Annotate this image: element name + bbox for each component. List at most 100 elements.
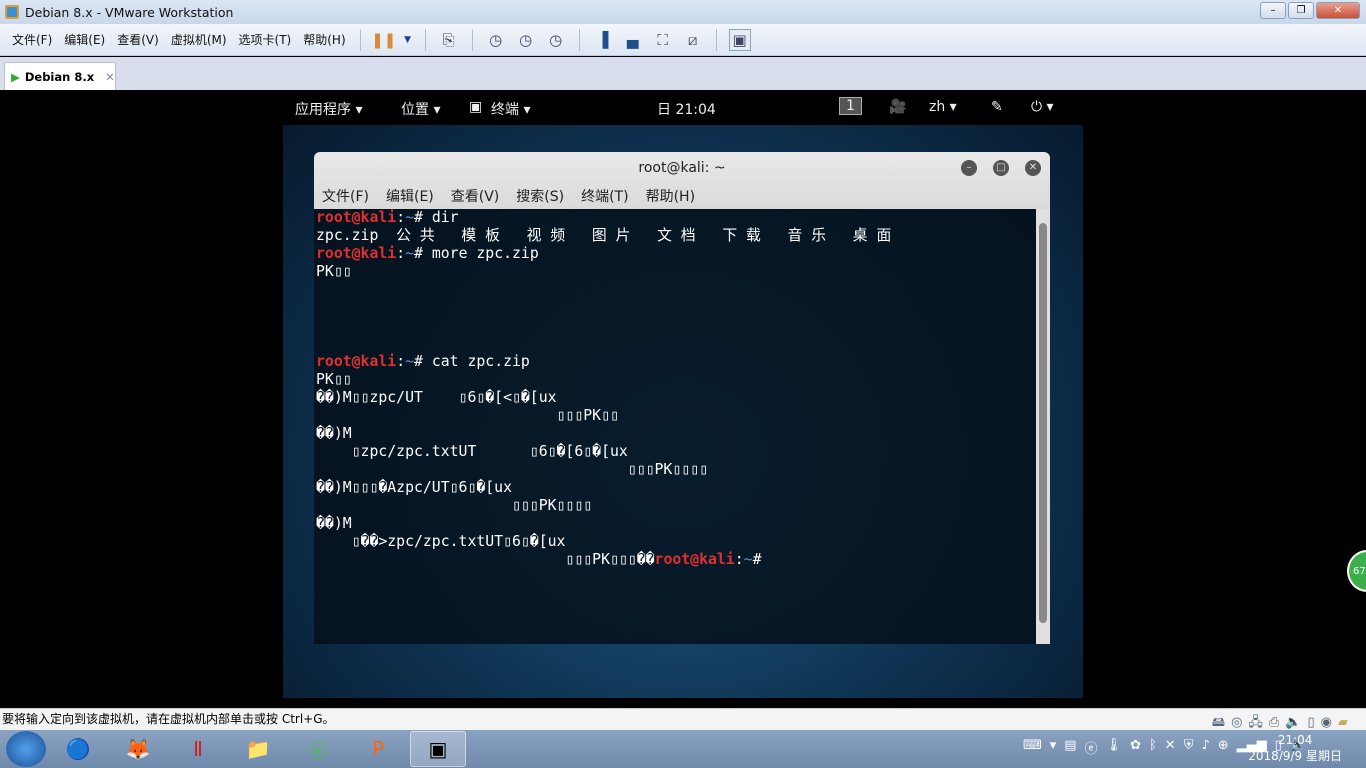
explorer-icon[interactable]: 📁	[230, 731, 286, 767]
menu-view[interactable]: 查看(V)	[111, 31, 165, 48]
workspace-indicator[interactable]: 1	[839, 97, 862, 115]
tab-close-icon[interactable]: ✕	[105, 70, 115, 84]
terminal-text: :	[396, 353, 406, 370]
terminal-text: :	[396, 209, 406, 226]
terminal-header: root@kali: ~ – □ ✕ 文件(F) 编辑(E) 查看(V) 搜索(…	[314, 152, 1050, 209]
top-bar-clock[interactable]: 日 21:04	[657, 99, 716, 119]
power-menu[interactable]: ⏻ ▾	[1031, 99, 1054, 115]
terminal-line: ▯▯▯PK▯▯	[316, 407, 1036, 425]
video-icon[interactable]: 🎥	[889, 99, 906, 115]
menu-help[interactable]: 帮助(H)	[297, 31, 351, 48]
close-button[interactable]: ✕	[1316, 2, 1360, 19]
prompt-user-host: root@kali	[316, 353, 397, 370]
terminal-text: ▯zpc/zpc.txtUT ▯6▯�[6▯�[ux	[316, 443, 628, 460]
menubar: 文件(F) 编辑(E) 查看(V) 虚拟机(M) 选项卡(T) 帮助(H) ❚❚…	[0, 24, 1366, 56]
sidebar-icon[interactable]: ▐	[592, 29, 614, 51]
start-button[interactable]	[6, 731, 46, 767]
terminal-text: ��)M	[316, 425, 352, 442]
dropdown-icon[interactable]: ▼	[403, 29, 413, 51]
terminal-text: ~	[743, 551, 753, 568]
thermometer-icon[interactable]: 🌡	[1106, 738, 1123, 757]
terminal-menu-view[interactable]: 查看(V)	[451, 186, 500, 206]
tray-expand-icon[interactable]: ▾	[1050, 738, 1057, 757]
terminal-text: ��)M▯▯zpc/UT ▯6▯�[<▯�[ux	[316, 389, 557, 406]
snapshot-take-icon[interactable]: ◷	[485, 29, 507, 51]
menu-file[interactable]: 文件(F)	[6, 31, 58, 48]
floating-badge[interactable]: 67	[1347, 550, 1366, 592]
terminal-menu-terminal[interactable]: 终端(T)	[581, 186, 628, 206]
vmware-taskbar-icon[interactable]: ▣	[410, 731, 466, 767]
minimize-button[interactable]: –	[1260, 2, 1286, 19]
clock-date: 2018/9/9 星期日	[1248, 749, 1342, 763]
taskbar-clock[interactable]: 21:04 2018/9/9 星期日	[1248, 732, 1342, 764]
terminal-line: ▯▯▯PK▯▯▯▯	[316, 497, 1036, 515]
console-view-icon[interactable]: ▄	[622, 29, 644, 51]
terminal-text: ▯��>zpc/zpc.txtUT▯6▯�[ux	[316, 533, 566, 550]
terminal-line: ��)M▯▯▯�Azpc/UT▯6▯�[ux	[316, 479, 1036, 497]
thumbnail-view-icon[interactable]: ▣	[728, 28, 751, 51]
unity-icon[interactable]: ⧄	[682, 29, 704, 51]
wps-presentation-icon[interactable]: P	[350, 731, 406, 767]
terminal-line: ▯zpc/zpc.txtUT ▯6▯�[6▯�[ux	[316, 443, 1036, 461]
terminal-line: ▯��>zpc/zpc.txtUT▯6▯�[ux	[316, 533, 1036, 551]
terminal-window[interactable]: root@kali: ~ – □ ✕ 文件(F) 编辑(E) 查看(V) 搜索(…	[314, 152, 1050, 644]
ie-icon[interactable]: ⓔ	[1085, 738, 1098, 757]
send-ctrl-alt-del-icon[interactable]: ⎘	[438, 29, 460, 51]
terminal-line: PK▯▯	[316, 371, 1036, 389]
snapshot-manager-icon[interactable]: ◷	[545, 29, 567, 51]
terminal-line: root@kali:~# cat zpc.zip	[316, 353, 1036, 371]
terminal-line: ��)M	[316, 425, 1036, 443]
colorful-tray-icon[interactable]: ✿	[1130, 738, 1141, 757]
fullscreen-icon[interactable]: ⛶	[652, 29, 674, 51]
snapshot-revert-icon[interactable]: ◷	[515, 29, 537, 51]
window-titlebar: Debian 8.x - VMware Workstation – ❐ ✕	[0, 0, 1366, 24]
terminal-text: # cat zpc.zip	[414, 353, 530, 370]
terminal-menu-edit[interactable]: 编辑(E)	[386, 186, 434, 206]
plus-icon[interactable]: ⊕	[1218, 738, 1229, 757]
music-icon[interactable]: ♪	[1201, 738, 1209, 757]
shield-icon[interactable]: ⛨	[1184, 738, 1194, 757]
tab-debian[interactable]: ▶ Debian 8.x ✕	[4, 62, 116, 90]
applications-menu[interactable]: 应用程序 ▾	[295, 99, 362, 119]
browser-icon[interactable]: ⓔ	[290, 731, 346, 767]
tab-bar: ▶ Debian 8.x ✕	[0, 57, 1366, 90]
terminal-text: # more zpc.zip	[414, 245, 539, 262]
menu-vm[interactable]: 虚拟机(M)	[165, 31, 233, 48]
terminal-line: zpc.zip 公 共 模 板 视 频 图 片 文 档 下 载 音 乐 桌 面	[316, 227, 1036, 245]
device-icon[interactable]: ▤	[1064, 738, 1076, 757]
keyboard-icon[interactable]: ⌨	[1023, 738, 1042, 757]
terminal-maximize-button[interactable]: □	[993, 160, 1009, 176]
window-title: Debian 8.x - VMware Workstation	[25, 4, 234, 20]
terminal-text: ~	[405, 353, 415, 370]
terminal-menu-help[interactable]: 帮助(H)	[646, 186, 695, 206]
terminal-icon: ▣	[469, 99, 483, 115]
terminal-line: ▯▯▯PK▯▯▯▯	[316, 461, 1036, 479]
prompt-user-host: root@kali	[316, 209, 397, 226]
windows-taskbar: 🔵 🦊 Ⅱ 📁 ⓔ P ▣ ⌨ ▾ ▤ ⓔ 🌡 ✿ ᛒ ✕ ⛨ ♪ ⊕ ▂▄▆ …	[0, 730, 1366, 768]
terminal-line: ��)M▯▯zpc/UT ▯6▯�[<▯�[ux	[316, 389, 1036, 407]
bluetooth-icon[interactable]: ᛒ	[1149, 738, 1157, 757]
pause-icon[interactable]: ❚❚	[371, 29, 396, 51]
terminal-minimize-button[interactable]: –	[961, 160, 977, 176]
terminal-text: ~	[405, 245, 415, 262]
vm-screen[interactable]: 应用程序 ▾ 位置 ▾ ▣ 终端 ▾ 日 21:04 1 🎥 zh ▾ ✎ ⏻ …	[283, 90, 1083, 698]
language-menu[interactable]: zh ▾	[929, 99, 957, 115]
menu-tabs[interactable]: 选项卡(T)	[233, 31, 298, 48]
terminal-menu-search[interactable]: 搜索(S)	[516, 186, 564, 206]
terminal-close-button[interactable]: ✕	[1025, 160, 1041, 176]
terminal-scrollbar[interactable]	[1036, 209, 1050, 644]
places-menu[interactable]: 位置 ▾	[401, 99, 440, 119]
terminal-output[interactable]: root@kali:~# dir zpc.zip 公 共 模 板 视 频 图 片 …	[314, 209, 1036, 644]
terminal-app-menu[interactable]: 终端 ▾	[491, 99, 530, 119]
game-app-icon[interactable]: Ⅱ	[170, 731, 226, 767]
terminal-text: ▯▯▯PK▯▯▯▯	[316, 497, 593, 514]
maximize-button[interactable]: ❐	[1288, 2, 1314, 19]
pen-icon[interactable]: ✎	[991, 99, 1003, 115]
firefox-icon[interactable]: 🦊	[110, 731, 166, 767]
terminal-menu-file[interactable]: 文件(F)	[322, 186, 369, 206]
app-colorful-icon[interactable]: 🔵	[50, 731, 106, 767]
menu-edit[interactable]: 编辑(E)	[58, 31, 111, 48]
network-disconnected-icon[interactable]: ✕	[1165, 738, 1176, 757]
terminal-text: PK▯▯	[316, 263, 352, 280]
